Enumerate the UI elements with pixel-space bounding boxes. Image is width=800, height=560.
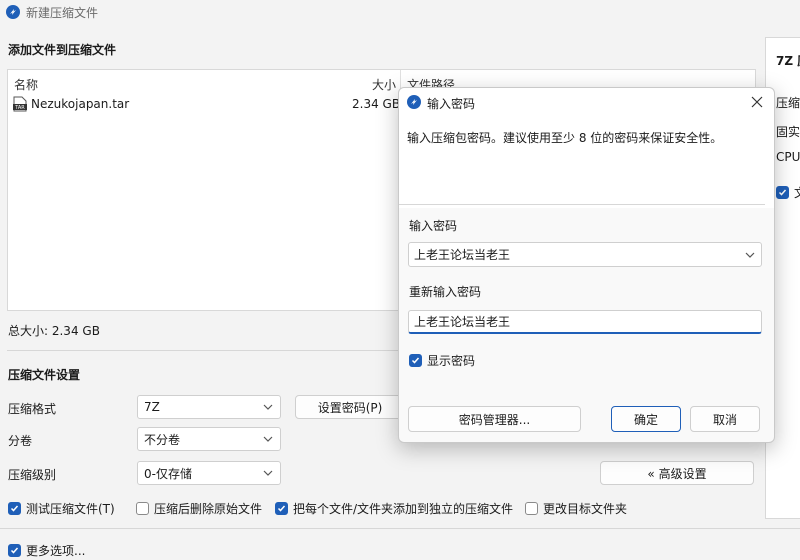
tar-file-icon: TAR [13, 96, 27, 112]
checkbox-checked-icon [8, 502, 21, 515]
advanced-panel-title: 7Z 压 [776, 54, 800, 68]
file-name: Nezukojapan.tar [31, 97, 130, 111]
chevron-down-icon[interactable] [744, 249, 756, 261]
app-logo-icon [6, 5, 20, 19]
separate-archives-label: 把每个文件/文件夹添加到独立的压缩文件 [293, 502, 514, 516]
confirm-password-value: 上老王论坛当老王 [414, 315, 511, 329]
footer-divider [0, 528, 800, 529]
ok-button[interactable]: 确定 [611, 406, 681, 432]
password-input[interactable]: 上老王论坛当老王 [408, 242, 762, 267]
dialog-divider [399, 204, 765, 205]
change-destination-checkbox[interactable]: 更改目标文件夹 [525, 500, 627, 517]
password-label: 输入密码 [409, 219, 458, 233]
format-label: 压缩格式 [8, 402, 57, 416]
dialog-description: 输入压缩包密码。建议使用至少 8 位的密码来保证安全性。 [407, 131, 723, 145]
file-size: 2.34 GB [352, 97, 401, 111]
delete-after-label: 压缩后删除原始文件 [154, 502, 263, 516]
volume-value: 不分卷 [144, 432, 181, 447]
separate-archives-checkbox[interactable]: 把每个文件/文件夹添加到独立的压缩文件 [275, 500, 513, 517]
more-options-label: 更多选项... [26, 544, 86, 558]
cancel-button[interactable]: 取消 [690, 406, 760, 432]
chevron-down-icon [263, 404, 273, 410]
window-title: 新建压缩文件 [26, 6, 99, 20]
change-destination-label: 更改目标文件夹 [543, 502, 628, 516]
volume-label: 分卷 [8, 434, 33, 448]
files-section-title: 添加文件到压缩文件 [8, 43, 117, 57]
level-label: 压缩级别 [8, 468, 57, 482]
chevron-down-icon [263, 470, 273, 476]
advanced-checkbox[interactable]: 文 [776, 184, 800, 201]
password-manager-button[interactable]: 密码管理器... [408, 406, 581, 432]
level-value: 0-仅存储 [144, 466, 192, 481]
advanced-line: 固实 [776, 125, 800, 139]
total-size: 总大小: 2.34 GB [8, 324, 100, 338]
app-logo-icon [407, 95, 421, 109]
confirm-password-input[interactable]: 上老王论坛当老王 [408, 310, 762, 334]
svg-text:TAR: TAR [14, 105, 25, 111]
format-value: 7Z [144, 400, 160, 414]
format-select[interactable]: 7Z [137, 395, 281, 419]
advanced-line: 压缩 [776, 96, 800, 110]
dialog-title: 输入密码 [427, 97, 476, 111]
test-archive-label: 测试压缩文件(T) [26, 502, 115, 516]
test-archive-checkbox[interactable]: 测试压缩文件(T) [8, 500, 115, 517]
checkbox-checked-icon [275, 502, 288, 515]
checkbox-checked-icon [776, 186, 789, 199]
column-size-header[interactable]: 大小 [372, 76, 396, 93]
checkbox-checked-icon [8, 544, 21, 557]
chevron-down-icon [263, 436, 273, 442]
column-name-header[interactable]: 名称 [14, 76, 38, 93]
show-password-checkbox[interactable]: 显示密码 [409, 352, 475, 369]
show-password-label: 显示密码 [427, 354, 476, 368]
checkbox-unchecked-icon [525, 502, 538, 515]
set-password-button[interactable]: 设置密码(P) [295, 395, 405, 419]
delete-after-checkbox[interactable]: 压缩后删除原始文件 [136, 500, 262, 517]
checkbox-unchecked-icon [136, 502, 149, 515]
more-options-checkbox[interactable]: 更多选项... [8, 542, 85, 559]
advanced-settings-button[interactable]: « 高级设置 [600, 461, 754, 485]
settings-section-title: 压缩文件设置 [8, 368, 81, 382]
password-value: 上老王论坛当老王 [414, 248, 511, 262]
checkbox-checked-icon [409, 354, 422, 367]
confirm-password-label: 重新输入密码 [409, 285, 482, 299]
advanced-checkbox-label: 文 [794, 184, 800, 201]
close-icon[interactable] [749, 94, 765, 110]
password-dialog: 输入密码 输入压缩包密码。建议使用至少 8 位的密码来保证安全性。 输入密码 上… [398, 87, 775, 443]
level-select[interactable]: 0-仅存储 [137, 461, 281, 485]
volume-select[interactable]: 不分卷 [137, 427, 281, 451]
advanced-line: CPU [776, 150, 800, 164]
